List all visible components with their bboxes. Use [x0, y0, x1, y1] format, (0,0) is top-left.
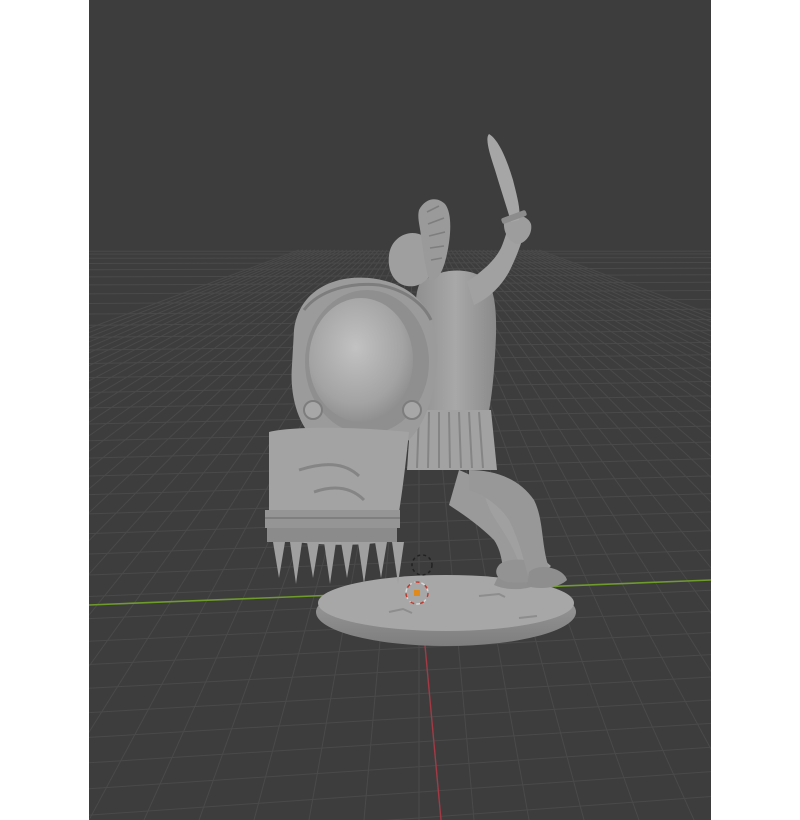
- fringe-spike: [273, 542, 285, 578]
- fringe-spike: [324, 542, 336, 584]
- fringe-spike: [341, 542, 353, 578]
- 3d-cursor-icon[interactable]: [411, 554, 433, 576]
- fringe-spike: [290, 542, 302, 584]
- round-shield: [291, 277, 438, 452]
- shield-ornament-left: [303, 400, 323, 420]
- viewport-canvas[interactable]: [89, 0, 711, 820]
- fringe-spike: [358, 542, 370, 584]
- shield-apron: [265, 427, 409, 545]
- fringe-spike: [375, 542, 387, 578]
- shield-ornament-right: [402, 400, 422, 420]
- 3d-viewport[interactable]: [89, 0, 711, 820]
- warrior-statue-model[interactable]: [265, 134, 576, 646]
- shield-boss: [309, 298, 413, 422]
- rear-foot: [527, 566, 567, 588]
- sword: [487, 134, 520, 222]
- fringe-spike: [307, 542, 319, 578]
- page: [0, 0, 800, 820]
